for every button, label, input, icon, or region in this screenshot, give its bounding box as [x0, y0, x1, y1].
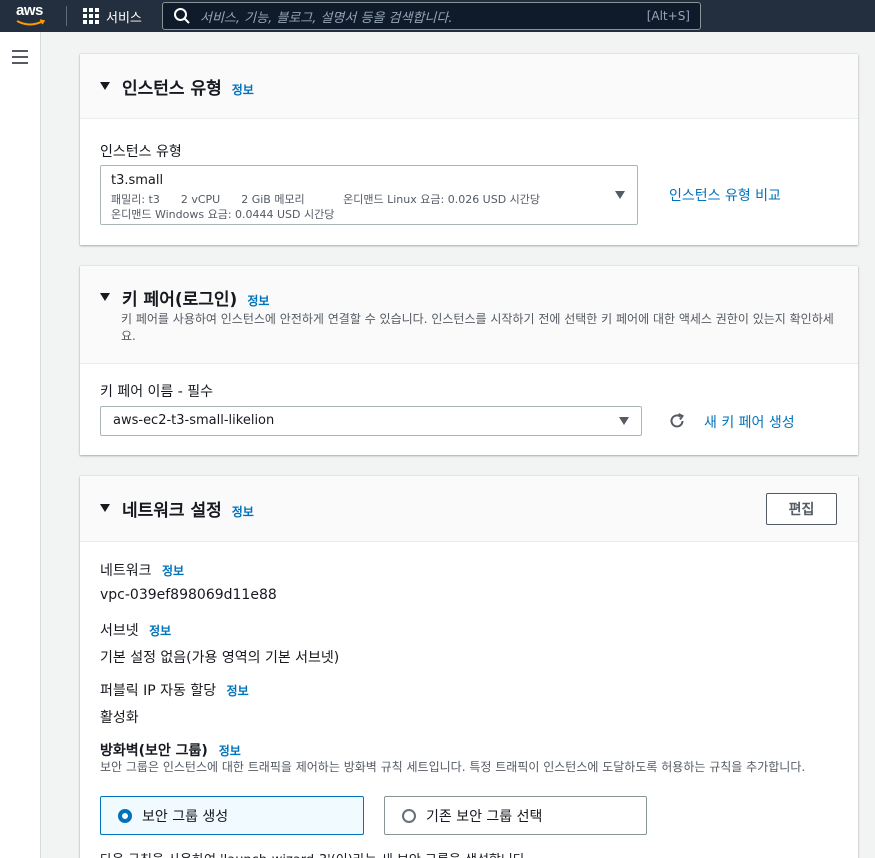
- caret-down-icon[interactable]: [100, 504, 110, 512]
- create-security-group-label: 보안 그룹 생성: [142, 808, 229, 825]
- menu-icon[interactable]: [12, 50, 28, 64]
- network-settings-panel: 네트워크 설정 정보 편집 네트워크 정보 vpc-039ef898069d11e…: [80, 476, 858, 858]
- caret-down-icon[interactable]: [100, 293, 110, 301]
- network-label: 네트워크 정보: [100, 563, 185, 579]
- info-link[interactable]: 정보: [232, 505, 254, 519]
- services-menu-button[interactable]: 서비스: [83, 5, 142, 27]
- nav-divider: [66, 6, 67, 26]
- grid-icon: [83, 8, 99, 24]
- instance-type-select[interactable]: t3.small 패밀리: t3 2 vCPU 2 GiB 메모리 온디맨드 L…: [100, 165, 638, 225]
- info-link[interactable]: 정보: [227, 684, 249, 698]
- radio-selected-icon[interactable]: [118, 808, 132, 823]
- instance-type-detail-2: 온디맨드 Windows 요금: 0.0444 USD 시간당: [111, 208, 335, 221]
- search-icon: [174, 8, 190, 24]
- subnet-value: 기본 설정 없음(가용 영역의 기본 서브넷): [100, 650, 340, 666]
- key-pair-label: 키 페어 이름 - 필수: [100, 384, 214, 400]
- existing-security-group-label: 기존 보안 그룹 선택: [426, 808, 543, 825]
- side-navigation: [0, 32, 41, 858]
- instance-type-detail: 패밀리: t3 2 vCPU 2 GiB 메모리 온디맨드 Linux 요금: …: [111, 193, 541, 206]
- security-group-footer-text: 다음 규칙을 사용하여 'launch-wizard-3'(이)라는 새 보안 …: [100, 849, 525, 858]
- caret-down-icon: [619, 417, 629, 425]
- services-label: 서비스: [106, 10, 142, 26]
- top-navigation: aws 서비스 서비스, 기능, 블로그, 설명서 등을 검색합니다. [Alt…: [0, 0, 875, 32]
- aws-smile-icon: [16, 19, 46, 26]
- key-pair-panel: 키 페어(로그인) 정보 키 페어를 사용하여 인스턴스에 안전하게 연결할 수 …: [80, 266, 858, 455]
- aws-logo-text: aws: [16, 2, 43, 19]
- create-security-group-option[interactable]: 보안 그룹 생성: [100, 796, 364, 835]
- public-ip-label: 퍼블릭 IP 자동 할당 정보: [100, 683, 249, 699]
- key-pair-header[interactable]: 키 페어(로그인) 정보 키 페어를 사용하여 인스턴스에 안전하게 연결할 수 …: [80, 266, 858, 364]
- key-pair-select[interactable]: aws-ec2-t3-small-likelion: [100, 406, 642, 436]
- firewall-description: 보안 그룹은 인스턴스에 대한 트래픽을 제어하는 방화벽 규칙 세트입니다. …: [100, 760, 806, 774]
- network-settings-title: 네트워크 설정 정보: [122, 501, 254, 521]
- instance-type-selected: t3.small: [111, 173, 164, 188]
- subnet-label: 서브넷 정보: [100, 623, 172, 639]
- public-ip-value: 활성화: [100, 710, 139, 726]
- caret-down-icon: [615, 191, 625, 199]
- info-link[interactable]: 정보: [247, 294, 269, 308]
- instance-type-label: 인스턴스 유형: [100, 144, 182, 160]
- search-shortcut: [Alt+S]: [646, 9, 690, 23]
- existing-security-group-option[interactable]: 기존 보안 그룹 선택: [384, 796, 647, 835]
- search-placeholder: 서비스, 기능, 블로그, 설명서 등을 검색합니다.: [200, 10, 453, 26]
- create-key-pair-link[interactable]: 새 키 페어 생성: [704, 412, 795, 432]
- info-link[interactable]: 정보: [149, 624, 171, 638]
- aws-logo[interactable]: aws: [16, 2, 52, 28]
- firewall-label: 방화벽(보안 그룹) 정보: [100, 743, 241, 759]
- key-pair-description: 키 페어를 사용하여 인스턴스에 안전하게 연결할 수 있습니다. 인스턴스를 …: [121, 312, 834, 343]
- radio-unselected-icon[interactable]: [402, 808, 416, 823]
- info-link[interactable]: 정보: [232, 83, 254, 97]
- edit-button[interactable]: 편집: [766, 493, 837, 525]
- compare-instance-types-link[interactable]: 인스턴스 유형 비교: [669, 185, 781, 205]
- instance-type-header[interactable]: 인스턴스 유형 정보: [80, 54, 858, 119]
- instance-type-panel: 인스턴스 유형 정보 인스턴스 유형 t3.small 패밀리: t3 2 vCP…: [80, 54, 858, 245]
- network-value: vpc-039ef898069d11e88: [100, 587, 277, 603]
- search-input[interactable]: 서비스, 기능, 블로그, 설명서 등을 검색합니다. [Alt+S]: [162, 2, 701, 30]
- key-pair-title: 키 페어(로그인) 정보: [122, 290, 270, 310]
- info-link[interactable]: 정보: [162, 564, 184, 578]
- network-settings-header[interactable]: 네트워크 설정 정보 편집: [80, 476, 858, 542]
- caret-down-icon[interactable]: [100, 82, 110, 90]
- key-pair-selected: aws-ec2-t3-small-likelion: [113, 413, 275, 428]
- instance-type-title: 인스턴스 유형 정보: [122, 79, 254, 99]
- refresh-icon[interactable]: [668, 412, 686, 430]
- info-link[interactable]: 정보: [219, 744, 241, 758]
